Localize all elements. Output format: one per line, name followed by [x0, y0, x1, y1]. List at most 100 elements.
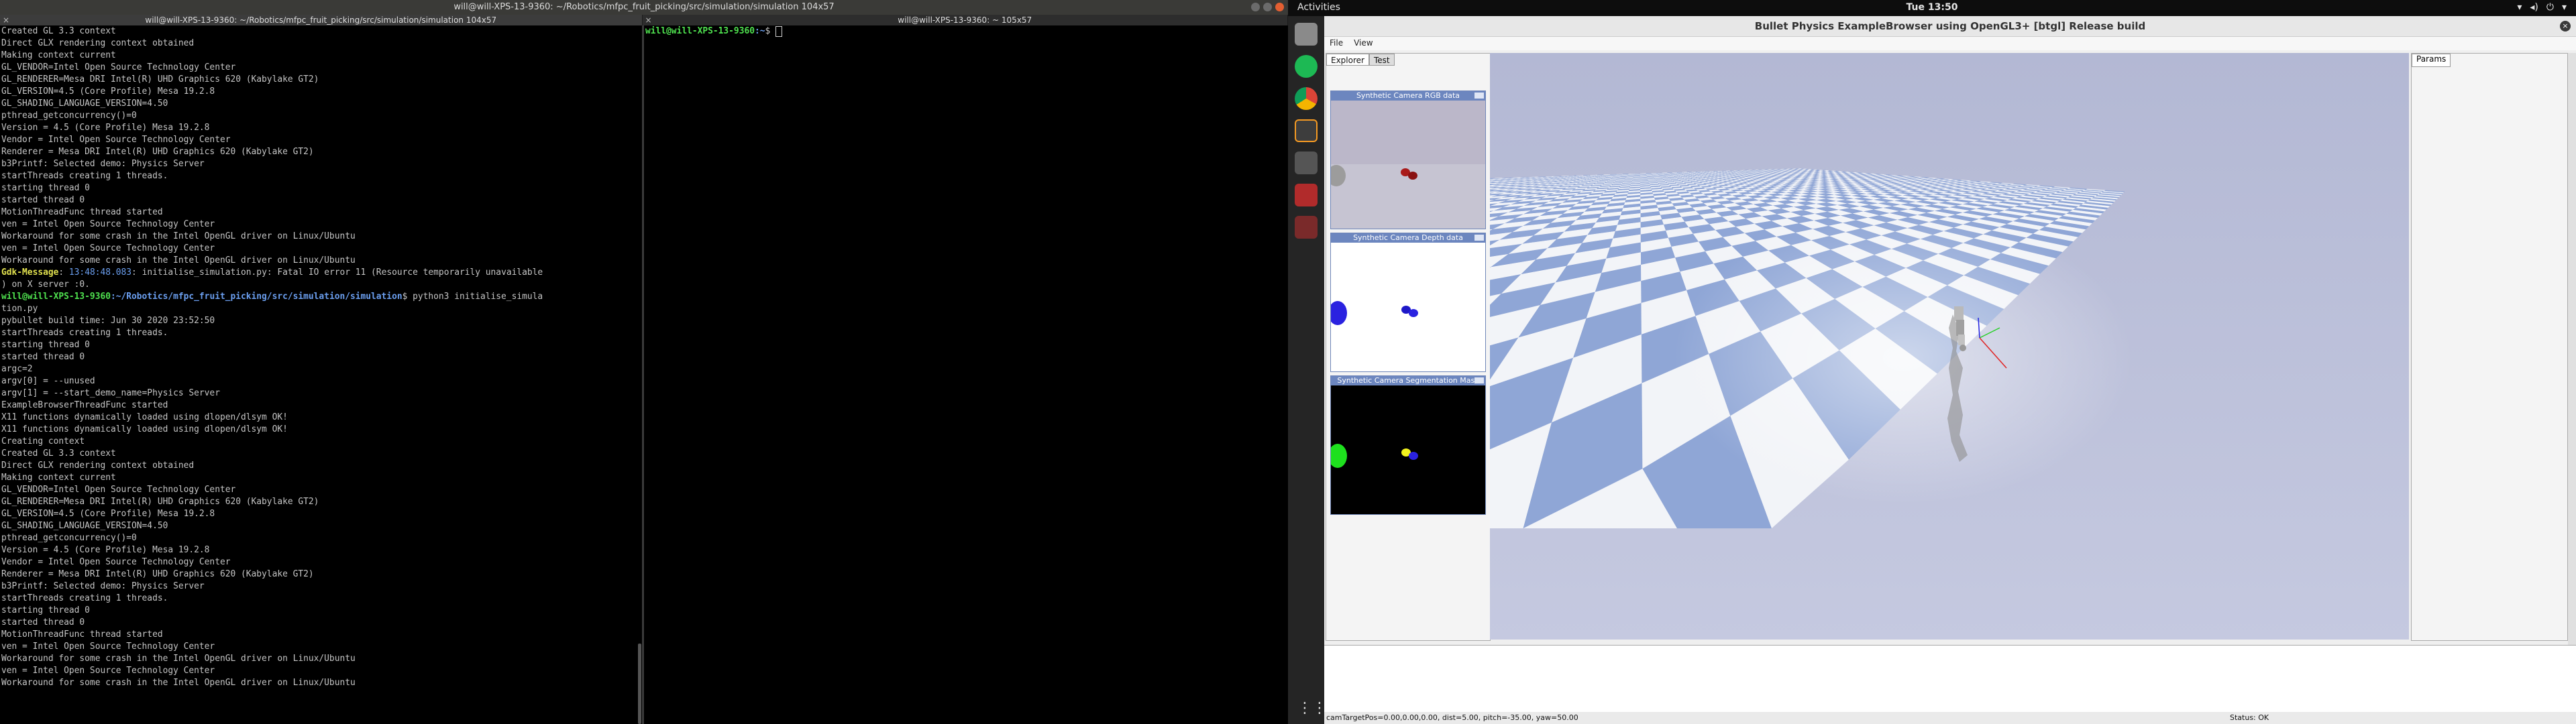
terminal-line: MotionThreadFunc thread started: [1, 629, 163, 640]
camera-icon[interactable]: [1295, 152, 1318, 174]
terminal-line: startThreads creating 1 threads.: [1, 171, 168, 181]
terminal-line: argv[1] = --start_demo_name=Physics Serv…: [1, 388, 220, 398]
terminal-line: Workaround for some crash in the Intel O…: [1, 255, 356, 265]
terminal-line: Creating context: [1, 436, 85, 446]
tab-simulation[interactable]: × will@will-XPS-13-9360: ~/Robotics/mfpc…: [0, 15, 643, 25]
console-output[interactable]: [1324, 645, 2576, 713]
video-app-icon[interactable]: [1295, 184, 1318, 206]
tab-home[interactable]: × will@will-XPS-13-9360: ~ 105x57: [642, 15, 1288, 25]
status-text: Status: OK: [2230, 713, 2269, 722]
terminal-line: argv[0] = --unused: [1, 376, 95, 386]
terminal-line: Gdk-Message: 13:48:48.083: initialise_si…: [1, 267, 543, 278]
terminal-line: Workaround for some crash in the Intel O…: [1, 654, 356, 664]
terminal-line: Renderer = Mesa DRI Intel(R) UHD Graphic…: [1, 569, 314, 579]
terminal-line: Workaround for some crash in the Intel O…: [1, 678, 356, 688]
terminal-line: started thread 0: [1, 617, 85, 627]
terminal-line: GL_SHADING_LANGUAGE_VERSION=4.50: [1, 521, 168, 531]
terminal-line: argc=2: [1, 364, 33, 374]
terminal-line: GL_VENDOR=Intel Open Source Technology C…: [1, 485, 236, 495]
dock: ⋮⋮⋮: [1288, 16, 1342, 724]
maximize-button[interactable]: [1263, 3, 1272, 11]
minimize-button[interactable]: [1251, 3, 1260, 11]
files-icon[interactable]: [1295, 23, 1318, 46]
terminal-line: Vendor = Intel Open Source Technology Ce…: [1, 135, 231, 145]
camera-depth-image: [1328, 243, 1485, 371]
app-titlebar: Bullet Physics ExampleBrowser using Open…: [1324, 16, 2576, 37]
terminal-line: Version = 4.5 (Core Profile) Mesa 19.2.8: [1, 123, 210, 133]
terminal-line: b3Printf: Selected demo: Physics Server: [1, 581, 205, 591]
terminal-title: will@will-XPS-13-9360: ~/Robotics/mfpc_f…: [453, 2, 835, 12]
terminal-tabs: × will@will-XPS-13-9360: ~/Robotics/mfpc…: [0, 15, 1288, 25]
params-panel: Params: [2411, 53, 2568, 641]
prompt-user: will@will-XPS-13-9360: [645, 26, 755, 36]
sublime-icon[interactable]: [1295, 119, 1318, 142]
terminal-line: Making context current: [1, 50, 116, 60]
checkerboard-floor: [1490, 53, 2409, 640]
power-icon[interactable]: ⏻: [2546, 2, 2554, 13]
terminal-line: ven = Intel Open Source Technology Cente…: [1, 666, 215, 676]
terminal-line: started thread 0: [1, 352, 85, 362]
terminal-line: ven = Intel Open Source Technology Cente…: [1, 642, 215, 652]
chrome-icon[interactable]: [1295, 87, 1318, 110]
tab-label: will@will-XPS-13-9360: ~ 105x57: [898, 15, 1032, 25]
camera-depth-panel: Synthetic Camera Depth data: [1328, 233, 1486, 372]
menubar: File View: [1324, 37, 2576, 50]
terminal-line: Version = 4.5 (Core Profile) Mesa 19.2.8: [1, 545, 210, 555]
system-tray[interactable]: ▾ ◂) ⏻ ▾: [2517, 2, 2567, 13]
terminal-line: started thread 0: [1, 195, 85, 205]
terminal-line: MotionThreadFunc thread started: [1, 207, 163, 217]
menu-file[interactable]: File: [1324, 37, 1348, 50]
terminal-output-left[interactable]: Created GL 3.3 context Direct GLX renderi…: [0, 25, 642, 724]
text-cursor: [775, 25, 783, 37]
terminal-prompt-line: will@will-XPS-13-9360:~/Robotics/mfpc_fr…: [1, 292, 543, 302]
network-icon[interactable]: ▾: [2517, 2, 2522, 13]
bullet-example-browser: Bullet Physics ExampleBrowser using Open…: [1324, 16, 2576, 724]
camera-rgb-image: [1327, 101, 1485, 229]
terminal-line: pybullet build time: Jun 30 2020 23:52:5…: [1, 316, 215, 326]
close-tab-icon[interactable]: ×: [645, 15, 652, 25]
clock[interactable]: Tue 13:50: [1288, 2, 2576, 13]
terminal-titlebar: will@will-XPS-13-9360: ~/Robotics/mfpc_f…: [0, 0, 1288, 15]
explorer-panel: Explorer Test Synthetic Camera RGB data …: [1326, 53, 1491, 641]
terminal-line: Making context current: [1, 473, 116, 483]
terminal-line: GL_RENDERER=Mesa DRI Intel(R) UHD Graphi…: [1, 74, 319, 84]
menu-view[interactable]: View: [1348, 37, 1378, 50]
tab-test[interactable]: Test: [1368, 54, 1395, 66]
camera-segmentation-panel: Synthetic Camera Segmentation Mask: [1328, 375, 1486, 515]
prompt-path: :~: [754, 26, 765, 36]
spotify-icon[interactable]: [1295, 55, 1318, 78]
volume-icon[interactable]: ◂): [2530, 2, 2538, 13]
bullet-app-icon[interactable]: [1295, 216, 1318, 239]
close-icon[interactable]: ×: [2560, 21, 2571, 32]
terminal-line: GL_RENDERER=Mesa DRI Intel(R) UHD Graphi…: [1, 497, 319, 507]
minimize-panel-icon[interactable]: [1474, 235, 1484, 241]
terminal-output-right[interactable]: will@will-XPS-13-9360:~$: [644, 25, 1288, 724]
terminal-line: b3Printf: Selected demo: Physics Server: [1, 159, 205, 169]
close-tab-icon[interactable]: ×: [3, 15, 9, 25]
camera-status: camTargetPos=0.00,0.00,0.00, dist=5.00, …: [1326, 713, 1578, 722]
terminal-line: startThreads creating 1 threads.: [1, 328, 168, 338]
system-menu-icon[interactable]: ▾: [2562, 2, 2567, 13]
gnome-topbar: Activities Tue 13:50 ▾ ◂) ⏻ ▾: [1288, 0, 2576, 16]
minimize-panel-icon[interactable]: [1474, 377, 1484, 383]
terminal-line: starting thread 0: [1, 183, 90, 193]
terminal-line: GL_VENDOR=Intel Open Source Technology C…: [1, 62, 236, 72]
minimize-panel-icon[interactable]: [1474, 93, 1484, 99]
terminal-line: Created GL 3.3 context: [1, 448, 116, 459]
terminal-line: Vendor = Intel Open Source Technology Ce…: [1, 557, 231, 567]
show-apps-icon[interactable]: ⋮⋮⋮: [1297, 700, 1342, 717]
terminal-line: ven = Intel Open Source Technology Cente…: [1, 243, 215, 253]
terminal-line: pthread_getconcurrency()=0: [1, 533, 137, 543]
camera-seg-title: Synthetic Camera Segmentation Mask: [1337, 376, 1479, 385]
terminal-line: starting thread 0: [1, 605, 90, 615]
terminal-line: ) on X server :0.: [1, 280, 90, 290]
3d-viewport[interactable]: [1490, 53, 2409, 640]
tab-params[interactable]: Params: [2412, 54, 2451, 67]
terminal-line: GL_VERSION=4.5 (Core Profile) Mesa 19.2.…: [1, 509, 215, 519]
vertical-scrollbar[interactable]: [2568, 53, 2576, 646]
terminal-scrollbar[interactable]: [638, 644, 641, 724]
statusbar: camTargetPos=0.00,0.00,0.00, dist=5.00, …: [1324, 712, 2576, 724]
close-button[interactable]: [1275, 3, 1284, 11]
terminal-line: ExampleBrowserThreadFunc started: [1, 400, 168, 410]
tab-explorer[interactable]: Explorer: [1326, 54, 1369, 66]
